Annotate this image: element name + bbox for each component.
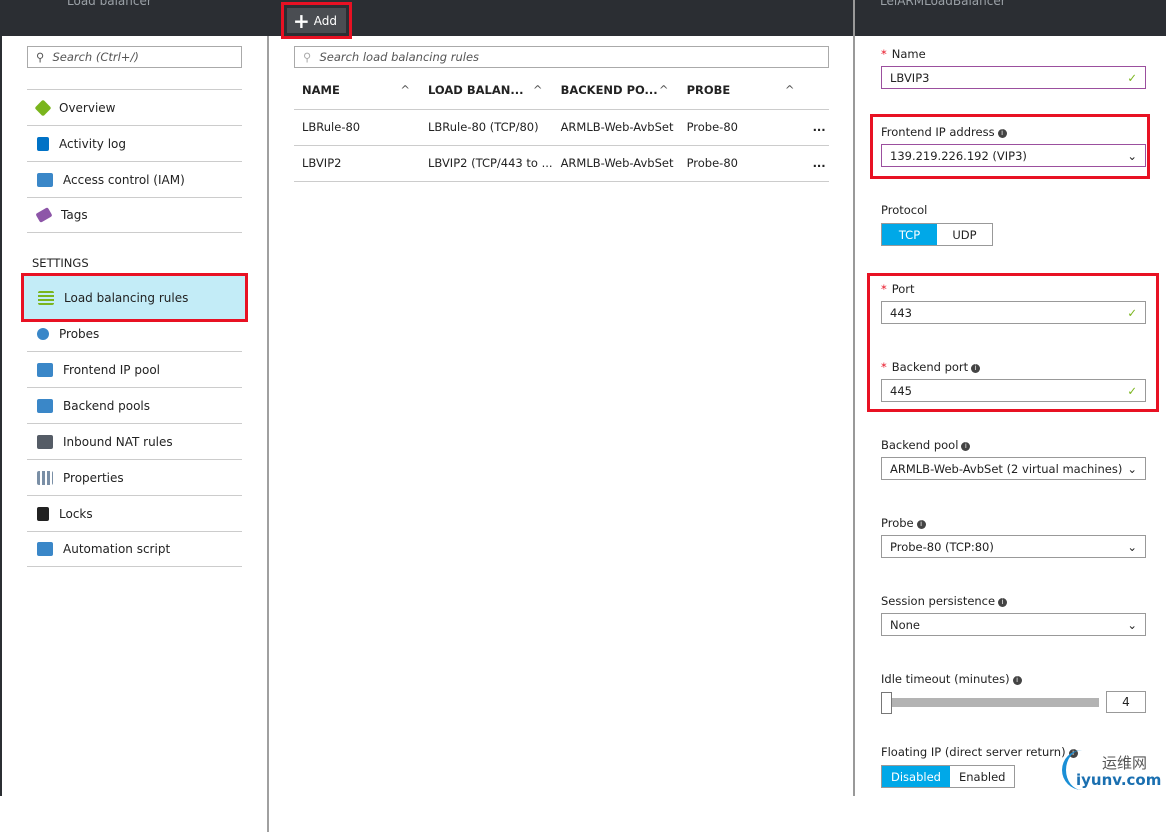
activity-log-icon [37, 136, 49, 151]
lock-icon [37, 506, 49, 521]
more-button[interactable]: ... [804, 145, 829, 182]
frontend-ip-label: Frontend IP address i [881, 125, 1007, 139]
session-select[interactable]: None ⌄ [881, 613, 1146, 636]
selected-load-balancing-rules[interactable]: Load balancing rules [21, 273, 248, 322]
sidebar-item-activity-log[interactable]: Activity log [27, 125, 242, 161]
label: Probes [59, 326, 100, 341]
session-label: Session persistence i [881, 594, 1008, 608]
sidebar-item-locks[interactable]: Locks [27, 495, 242, 531]
chevron-down-icon: ⌄ [1127, 539, 1137, 554]
right-blade-title: LeiARMLoadBalancer [880, 0, 1006, 8]
settings-heading: SETTINGS [32, 256, 89, 270]
backend-pool-label: Backend pool i [881, 438, 971, 452]
label: Load balancing rules [64, 290, 189, 305]
sidebar-item-automation-script[interactable]: Automation script [27, 531, 242, 567]
label: Frontend IP pool [63, 362, 160, 377]
watermark-en: iyunv.com [1076, 771, 1162, 789]
label: Activity log [59, 136, 126, 151]
users-icon [37, 172, 53, 187]
backend-pool-select[interactable]: ARMLB-Web-AvbSet (2 virtual machines) ⌄ [881, 457, 1146, 480]
add-label: Add [313, 13, 337, 28]
rules-table: NAME ^ LOAD BALAN... ^ BACKEND PO... ^ PROB… [294, 72, 829, 182]
backend-port-input[interactable]: 445 ✓ [881, 379, 1146, 402]
watermark-cn: 运维网 [1102, 754, 1148, 772]
protocol-udp[interactable]: UDP [937, 224, 992, 245]
check-icon: ✓ [1127, 70, 1137, 85]
sidebar-item-properties[interactable]: Properties [27, 459, 242, 495]
protocol-tcp[interactable]: TCP [882, 224, 937, 245]
plus-icon: + [293, 8, 310, 33]
idle-timeout-input[interactable]: 4 [1106, 691, 1146, 713]
chevron-down-icon: ⌄ [1127, 148, 1137, 163]
name-label: * Name [881, 47, 926, 61]
search-icon: ⚲ [36, 50, 45, 64]
label: Tags [61, 208, 88, 222]
script-icon [37, 542, 53, 556]
top-bar: Load balancer LeiARMLoadBalancer [0, 0, 1166, 36]
nav-top: Overview Activity log Access control (IA… [27, 89, 242, 233]
sidebar-item-access-control[interactable]: Access control (IAM) [27, 161, 242, 197]
table-row[interactable]: LBVIP2 LBVIP2 (TCP/443 to ... ARMLB-Web-Av… [294, 145, 829, 182]
search-placeholder: Search (Ctrl+/) [52, 50, 139, 64]
probe-icon [37, 327, 49, 340]
table-row[interactable]: LBRule-80 LBRule-80 (TCP/80) ARMLB-Web-Avb… [294, 109, 829, 146]
properties-icon [37, 470, 53, 485]
nav-settings: Probes Frontend IP pool Backend pools In… [27, 279, 242, 567]
nat-icon [37, 434, 53, 449]
check-icon: ✓ [1127, 305, 1137, 320]
protocol-toggle[interactable]: TCP UDP [881, 223, 993, 246]
floating-enabled[interactable]: Enabled [950, 766, 1014, 787]
label: Access control (IAM) [63, 172, 185, 187]
left-edge [0, 36, 2, 796]
tag-icon [35, 207, 53, 223]
port-label: * Port [881, 282, 915, 296]
protocol-label: Protocol [881, 203, 928, 217]
label: Backend pools [63, 398, 151, 413]
name-input[interactable]: LBVIP3 ✓ [881, 66, 1146, 89]
label: Locks [59, 506, 93, 521]
search-placeholder: Search load balancing rules [319, 50, 480, 64]
sidebar-item-backend-pools[interactable]: Backend pools [27, 387, 242, 423]
col-backend-pool[interactable]: BACKEND PO... ^ [552, 72, 679, 110]
divider [267, 36, 269, 832]
frontend-ip-select[interactable]: 139.219.226.192 (VIP3) ⌄ [881, 144, 1146, 167]
col-probe[interactable]: PROBE ^ [678, 72, 805, 110]
idle-timeout-slider-track[interactable] [886, 698, 1099, 707]
sidebar-item-frontend-ip-pool[interactable]: Frontend IP pool [27, 351, 242, 387]
rules-search[interactable]: ⚲ Search load balancing rules [294, 46, 829, 68]
label: Properties [63, 470, 124, 485]
col-name[interactable]: NAME ^ [294, 72, 420, 110]
sidebar-item-inbound-nat-rules[interactable]: Inbound NAT rules [27, 423, 242, 459]
floating-ip-toggle[interactable]: Disabled Enabled [881, 765, 1016, 788]
idle-timeout-slider-thumb[interactable] [881, 692, 892, 714]
port-input[interactable]: 443 ✓ [881, 301, 1146, 324]
rules-icon [38, 290, 54, 305]
idle-timeout-label: Idle timeout (minutes) i [881, 672, 1022, 686]
sidebar-item-tags[interactable]: Tags [27, 197, 242, 233]
check-icon: ✓ [1127, 383, 1137, 398]
probe-select[interactable]: Probe-80 (TCP:80) ⌄ [881, 535, 1146, 558]
floating-disabled[interactable]: Disabled [882, 766, 950, 787]
label: Automation script [63, 542, 171, 556]
backend-pool-icon [37, 398, 53, 413]
probe-label: Probe i [881, 516, 926, 530]
chevron-down-icon: ⌄ [1127, 461, 1137, 476]
divider [853, 0, 855, 796]
frontend-ip-icon [37, 362, 53, 377]
chevron-down-icon: ⌄ [1127, 617, 1137, 632]
overview-icon [34, 99, 52, 116]
add-button[interactable]: + Add [281, 2, 352, 39]
col-load-balancing[interactable]: LOAD BALAN... ^ [420, 72, 553, 110]
resource-menu-search[interactable]: ⚲ Search (Ctrl+/) [27, 46, 242, 68]
backend-port-label: * Backend port i [881, 360, 981, 374]
left-blade-title: Load balancer [67, 0, 152, 8]
label: Overview [59, 100, 116, 115]
search-icon: ⚲ [303, 50, 312, 64]
more-button[interactable]: ... [804, 109, 829, 146]
sidebar-item-overview[interactable]: Overview [27, 89, 242, 125]
label: Inbound NAT rules [63, 434, 173, 449]
floating-ip-label: Floating IP (direct server return) i [881, 745, 1078, 759]
